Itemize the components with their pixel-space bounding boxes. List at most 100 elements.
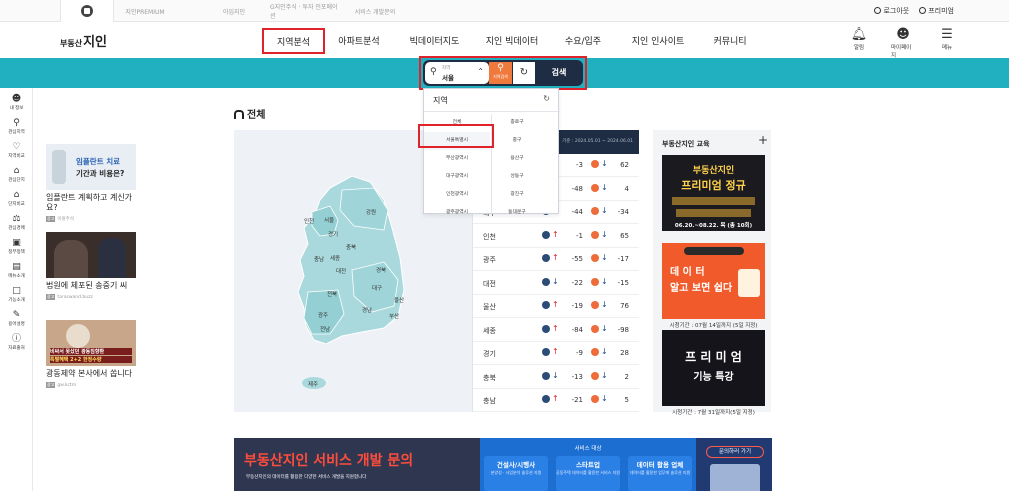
premium-icon (919, 7, 927, 14)
service-label: 서비스 대상 (574, 446, 602, 452)
reset-button[interactable]: ↻ (513, 62, 535, 84)
info-icon: ⓘ (11, 334, 21, 344)
arrow-down-icon: ↓ (552, 276, 559, 286)
district-item[interactable]: 광진구 (492, 186, 542, 204)
district-item[interactable]: 성동구 (492, 168, 542, 186)
nav-demand-supply[interactable]: 수요/입주 (548, 22, 618, 58)
nav-jiin-bigdata[interactable]: 지인 빅데이터 (476, 22, 548, 58)
banner-services: 서비스 대상 건설사/시행사 분양성 · 사업분석 솔루션 지원 스타트업 공동주택… (480, 438, 696, 491)
inquiry-button[interactable]: 문의하러 가기 (706, 446, 764, 458)
plus-icon[interactable]: + (758, 133, 768, 147)
table-row[interactable]: 울산 ↑ -19 ↓ 76 (473, 295, 639, 318)
sidebar-item-feature-intro[interactable]: □ 기능소개 (0, 286, 33, 303)
table-row[interactable]: 대전 ↓ -22 ↓ -15 (473, 272, 639, 295)
search-submit-button[interactable]: 검색 (535, 60, 583, 86)
premium-link[interactable]: 프리미엄 (919, 6, 954, 16)
menu-button[interactable]: ☰ 메뉴 (935, 27, 959, 59)
dev-inquiry-banner[interactable]: 부동산지인 서비스 개발 문의 부동산지인의 데이터를 활용한 다양한 서비스 … (234, 438, 772, 491)
rent-badge-icon (591, 183, 599, 192)
chip-sub: 데이터를 활용한 업무에 솔루션 지원 (629, 470, 691, 475)
province-item[interactable]: 인천광역시 (424, 186, 490, 204)
sidebar-item-complex-compare[interactable]: ⌂ 단지비교 (0, 190, 33, 207)
stock-tab[interactable]: G지인주식 · 투자 인포메이션 (270, 0, 340, 22)
ad-source: 광고 gw.kctm (46, 382, 136, 388)
sidebar-item-region-compare[interactable]: ♡ 지역비교 (0, 142, 33, 159)
sidebar-item-my-info[interactable]: ☻ 내 정보 (0, 94, 33, 111)
ad-badge: 광고 (46, 216, 56, 222)
iamjiin-tab[interactable]: 아임지인 (210, 0, 258, 22)
nav-region-analysis[interactable]: 지역분석 (262, 28, 325, 54)
sidebar-item-menu-intro[interactable]: ▤ 메뉴소개 (0, 262, 33, 279)
district-item[interactable]: 중구 (492, 132, 542, 150)
promo-line1: 부동산지인 (692, 166, 735, 176)
rent-badge-icon (591, 207, 599, 215)
nav-label: 지인 빅데이터 (485, 36, 539, 47)
row-region: 충남 (483, 397, 496, 405)
row-region: 광주 (483, 256, 496, 264)
map-label: 충남 (314, 257, 325, 263)
map-label: 대구 (372, 286, 383, 292)
nav-apartment-analysis[interactable]: 아파트분석 (325, 22, 393, 58)
nav-bigdata-map[interactable]: 빅데이터지도 (393, 22, 476, 58)
table-row[interactable]: 충북 ↓ -13 ↓ 2 (473, 366, 639, 389)
promo-card[interactable]: 부동산지인 프리미엄 정규 06.20.~08.22. 목 (총 10회) (662, 155, 765, 231)
home-tab[interactable] (60, 0, 114, 22)
region-select[interactable]: ⚲ 지역 서울 ⌃ (425, 62, 489, 84)
ad-source-text: 이원주석 (57, 217, 74, 222)
guide-icon: □ (12, 286, 21, 296)
table-row[interactable]: 경기 ↑ -9 ↓ 28 (473, 342, 639, 365)
nav-label: 아파트분석 (338, 36, 380, 47)
dropdown-refresh-icon[interactable]: ↻ (543, 94, 550, 103)
nav-insight[interactable]: 지인 인사이트 (618, 22, 698, 58)
table-row[interactable]: 광주 ↑ -55 ↓ -17 (473, 248, 639, 271)
table-row[interactable]: 세종 ↑ -84 ↓ -98 (473, 319, 639, 342)
province-item[interactable]: 광주광역시 (424, 204, 490, 222)
row-value-1: -44 (571, 208, 583, 216)
user-icon: ☻ (896, 27, 910, 42)
row-value-2: 62 (620, 161, 629, 169)
region-select-label: 지역 (442, 66, 451, 71)
table-row[interactable]: 인천 ↑ -1 ↓ 65 (473, 225, 639, 248)
sale-badge-icon (542, 277, 550, 286)
map-label: 대전 (336, 269, 347, 275)
table-row[interactable]: 충남 ↑ -21 ↓ 5 (473, 389, 639, 412)
district-item[interactable]: 용산구 (492, 150, 542, 168)
province-item[interactable]: 대구광역시 (424, 168, 490, 186)
sidebar-item-fav-auction[interactable]: ⚖ 관심경매 (0, 214, 33, 231)
premium-tab[interactable]: 지인PREMIUM (114, 0, 176, 22)
district-item[interactable]: 종로구 (492, 114, 542, 132)
nav-community[interactable]: 커뮤니티 (698, 22, 762, 58)
logout-link[interactable]: 로그아웃 (874, 6, 909, 16)
logo[interactable]: 부동산지인 (60, 31, 107, 50)
account-links: 로그아웃 프리미엄 (874, 0, 954, 22)
arrow-up-icon: ↑ (552, 229, 559, 239)
promo-caption: 시청기간 : 7월 31일까지(5일 지정) (672, 410, 755, 416)
ad-item[interactable]: 비싸서 못샀던 광동침향환 특별혜택 2+2 한정수량 광동제약 본사에서 쏩니… (46, 320, 136, 388)
district-item[interactable]: 동대문구 (492, 204, 542, 222)
notification-button[interactable]: 🔔︎ 알림 (847, 27, 871, 59)
mypage-button[interactable]: ☻ 마이페이지 (891, 27, 915, 59)
promo-card[interactable]: 프 리 미 엄 기능 특강 시청기간 : 7월 31일까지(5일 지정) (662, 330, 765, 416)
rent-badge-icon (591, 160, 599, 168)
sidebar-item-fav-region[interactable]: ⚲ 관심지역 (0, 118, 33, 135)
province-item[interactable]: 부산광역시 (424, 150, 490, 168)
sidebar-item-sources[interactable]: ⓘ 자료출처 (0, 334, 33, 351)
sidebar-item-fav-complex[interactable]: ⌂ 관심단지 (0, 166, 33, 183)
region-search-button[interactable]: ⚲ 지역검색 (489, 62, 512, 84)
map-label: 전남 (320, 327, 331, 333)
ad-badge: 광고 (46, 382, 56, 388)
ad-item[interactable]: 임플란트 치료 기간과 비용은? 임플란트 계획하고 계신가요? 광고 이원주석 (46, 144, 136, 222)
chip-title: 데이터 활용 업체 (636, 461, 684, 469)
map-label: 인천 (304, 219, 315, 225)
dev-inquiry-tab[interactable]: 서비스 개발문의 (350, 0, 400, 22)
sidebar-item-policy[interactable]: ▣ 정부정책 (0, 238, 33, 255)
ad-item[interactable]: 법원에 체포된 송중기 씨 광고 taraswand.buzz (46, 232, 136, 300)
ad-source-text: gw.kctm (57, 383, 77, 388)
nav-label: 수요/입주 (564, 36, 602, 47)
buildings-icon: ⌂ (13, 190, 20, 200)
pin-icon: ⚲ (13, 118, 20, 128)
promo-card[interactable]: 데 이 터 알고 보면 쉽다 시청기간 : 07월 14일까지 (5일 지정) (662, 243, 765, 329)
sidebar-item-glossary[interactable]: ✎ 용어설명 (0, 310, 33, 327)
ad-image-text: 임플란트 치료 (76, 157, 121, 166)
arrow-up-icon: ↑ (552, 323, 559, 333)
